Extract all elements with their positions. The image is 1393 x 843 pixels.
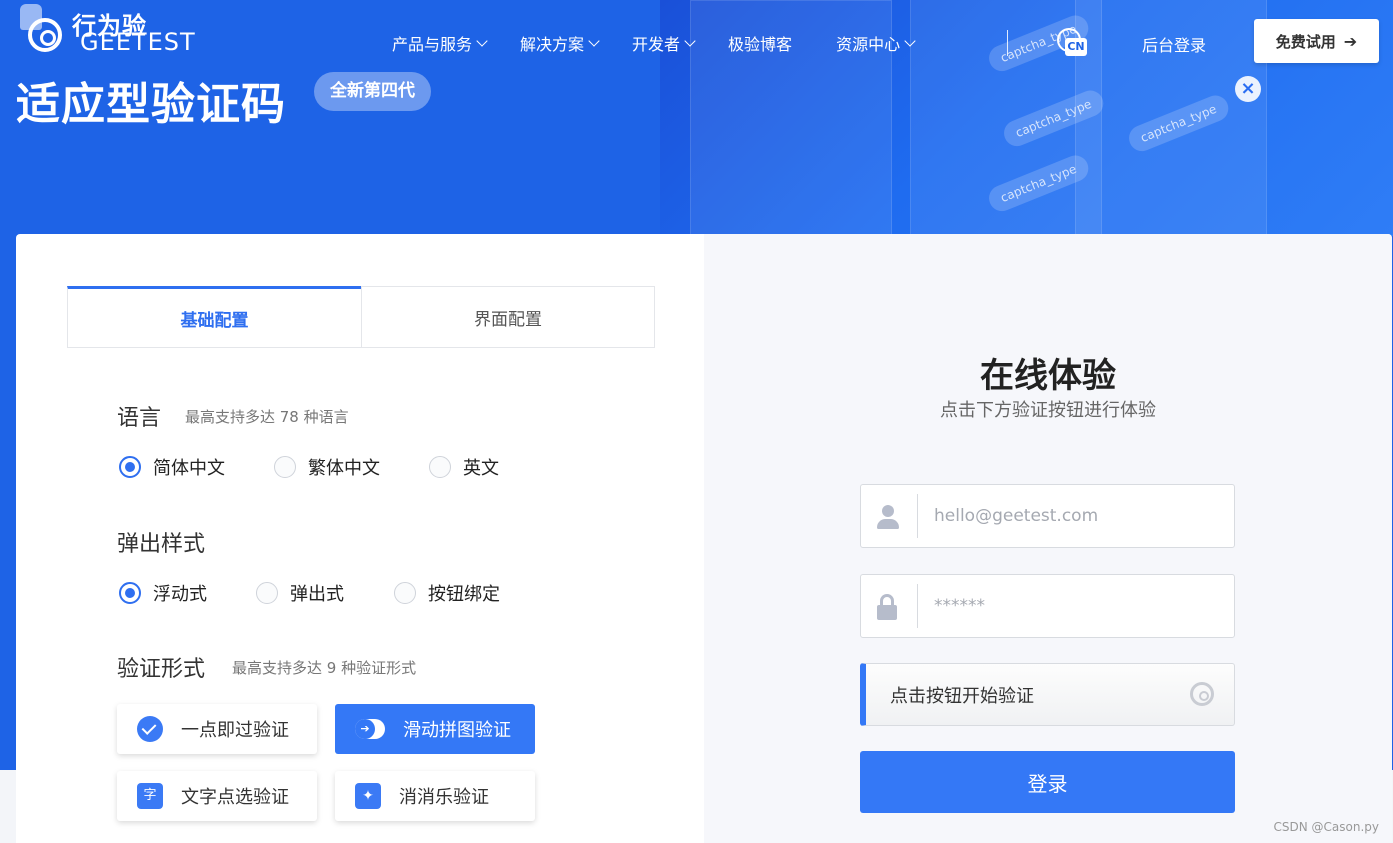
radio-indicator <box>256 582 278 604</box>
demo-panel: 基础配置 界面配置 语言 最高支持多达 78 种语言 简体中文 繁体中文 英文 … <box>16 234 1392 843</box>
language-switch-icon[interactable]: CN <box>1057 28 1087 58</box>
tab-basic-config[interactable]: 基础配置 <box>67 286 361 348</box>
verify-char-select-button[interactable]: 字 文字点选验证 <box>117 771 317 821</box>
language-badge: CN <box>1065 38 1087 56</box>
verify-type-section-title: 验证形式 <box>117 657 206 682</box>
chevron-down-icon <box>904 34 916 47</box>
password-input[interactable] <box>932 595 1226 617</box>
verify-option-label: 消消乐验证 <box>399 787 489 808</box>
experience-title: 在线体验 <box>980 356 1116 396</box>
radio-indicator <box>119 456 141 478</box>
language-section-note: 最高支持多达 78 种语言 <box>185 408 349 426</box>
radio-label: 英文 <box>463 458 499 479</box>
radio-popup[interactable]: 弹出式 <box>256 580 344 606</box>
verify-option-label: 文字点选验证 <box>181 787 289 808</box>
verify-one-click-button[interactable]: 一点即过验证 <box>117 704 317 754</box>
radio-indicator <box>274 456 296 478</box>
popup-section-title: 弹出样式 <box>117 532 206 557</box>
nav-products[interactable]: 产品与服务 <box>392 31 488 55</box>
user-icon <box>861 494 918 538</box>
nav-resources[interactable]: 资源中心 <box>836 31 916 55</box>
chevron-down-icon <box>476 34 488 47</box>
email-input[interactable] <box>932 505 1226 527</box>
radio-indicator <box>394 582 416 604</box>
radio-english[interactable]: 英文 <box>429 454 499 480</box>
close-x-decoration-icon: × <box>1235 76 1261 102</box>
nav-label: 解决方案 <box>520 35 585 54</box>
radio-label: 按钮绑定 <box>428 584 500 605</box>
lock-icon <box>861 584 918 628</box>
verify-option-label: 一点即过验证 <box>181 720 289 741</box>
arrow-right-icon: ➔ <box>1343 31 1358 51</box>
logo-mark-icon <box>28 18 62 52</box>
free-trial-button[interactable]: 免费试用 ➔ <box>1254 19 1379 63</box>
chevron-down-icon <box>684 34 696 47</box>
login-button[interactable]: 登录 <box>860 751 1235 813</box>
verify-option-label: 滑动拼图验证 <box>403 720 511 741</box>
tab-ui-config[interactable]: 界面配置 <box>361 286 655 348</box>
radio-traditional-chinese[interactable]: 繁体中文 <box>274 454 380 480</box>
radio-simplified-chinese[interactable]: 简体中文 <box>119 454 225 480</box>
slide-icon <box>355 719 385 739</box>
radio-label: 弹出式 <box>290 584 344 605</box>
radio-label: 简体中文 <box>153 458 225 479</box>
nav-developers[interactable]: 开发者 <box>632 31 696 55</box>
language-section-title: 语言 <box>117 406 162 431</box>
verify-match-game-button[interactable]: ✦ 消消乐验证 <box>335 771 535 821</box>
sparkle-icon: ✦ <box>355 783 381 809</box>
radio-label: 浮动式 <box>153 584 207 605</box>
verify-slide-puzzle-button[interactable]: 滑动拼图验证 <box>335 704 535 754</box>
verify-type-section-note: 最高支持多达 9 种验证形式 <box>232 659 417 677</box>
radio-indicator <box>119 582 141 604</box>
main-nav: 产品与服务 解决方案 开发者 极验博客 资源中心 <box>392 30 948 56</box>
check-cursor-icon <box>137 716 163 742</box>
verify-button-label: 点击按钮开始验证 <box>890 685 1034 707</box>
password-field <box>860 574 1235 638</box>
free-trial-label: 免费试用 <box>1275 32 1336 51</box>
config-tabs: 基础配置 界面配置 <box>67 286 655 348</box>
radio-button-bind[interactable]: 按钮绑定 <box>394 580 500 606</box>
nav-label: 开发者 <box>632 35 681 54</box>
nav-label: 资源中心 <box>836 35 901 54</box>
watermark: CSDN @Cason.py <box>1273 820 1380 834</box>
radio-label: 繁体中文 <box>308 458 380 479</box>
char-select-icon: 字 <box>137 783 163 809</box>
backend-login-link[interactable]: 后台登录 <box>1142 32 1206 56</box>
generation-badge: 全新第四代 <box>314 72 431 111</box>
nav-label: 极验博客 <box>728 35 793 54</box>
hero-title: 适应型验证码 <box>16 79 286 130</box>
experience-subtitle: 点击下方验证按钮进行体验 <box>940 400 1156 421</box>
nav-label: 产品与服务 <box>392 35 473 54</box>
radio-float[interactable]: 浮动式 <box>119 580 207 606</box>
captcha-verify-button[interactable]: 点击按钮开始验证 <box>860 663 1235 726</box>
nav-divider <box>1007 30 1008 56</box>
nav-blog[interactable]: 极验博客 <box>728 31 792 55</box>
nav-solutions[interactable]: 解决方案 <box>520 31 600 55</box>
radio-indicator <box>429 456 451 478</box>
geetest-logo[interactable]: 行为验 GEETEST <box>20 4 200 60</box>
chevron-down-icon <box>588 34 600 47</box>
brand-name-en: GEETEST <box>80 28 196 56</box>
geetest-logo-icon <box>1190 682 1214 706</box>
email-field <box>860 484 1235 548</box>
